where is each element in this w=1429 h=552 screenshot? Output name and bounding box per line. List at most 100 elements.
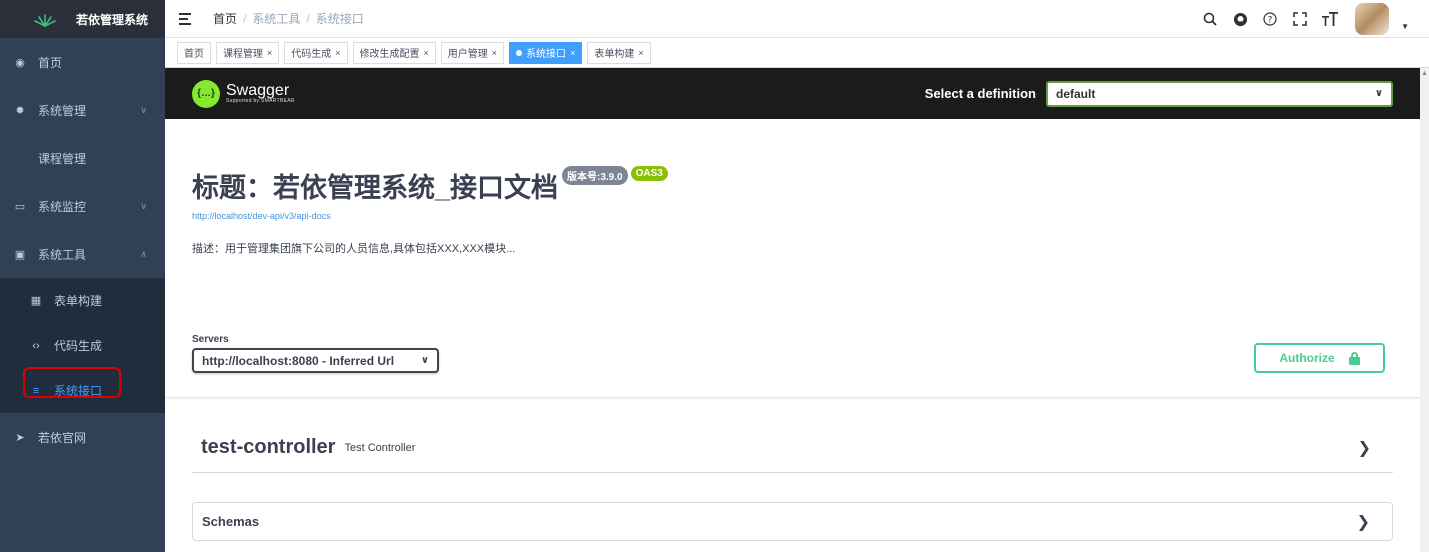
sidebar-item-codegen[interactable]: ‹› 代码生成 xyxy=(0,323,165,368)
gear-icon: ✹ xyxy=(15,104,25,117)
sidebar-item-label: 若依官网 xyxy=(38,430,87,445)
sidebar-item-label: 系统监控 xyxy=(38,199,87,214)
avatar[interactable] xyxy=(1355,3,1390,35)
oas-badge: OAS3 xyxy=(630,166,668,181)
dashboard-icon: ◉ xyxy=(15,56,25,69)
close-icon[interactable]: × xyxy=(492,48,497,58)
swagger-icon: {…} xyxy=(192,79,220,108)
chevron-up-icon: ∧ xyxy=(140,248,147,259)
monitor-icon: ▭ xyxy=(14,200,26,213)
sidebar-item-label: 首页 xyxy=(38,55,63,70)
tag-label: 用户管理 xyxy=(447,49,488,60)
swagger-ui: {…} Swagger Supported by SMARTBEAR Selec… xyxy=(165,68,1420,552)
chevron-down-icon: ∨ xyxy=(140,200,147,211)
controller-name: test-controller xyxy=(201,436,336,458)
toolbox-icon: ▣ xyxy=(14,248,26,261)
breadcrumb-home[interactable]: 首页 xyxy=(213,10,237,27)
definition-select[interactable]: default ∨ xyxy=(1046,80,1393,107)
chevron-right-icon[interactable]: ❯ xyxy=(1358,438,1371,458)
tag-swagger[interactable]: 系统接口 × xyxy=(509,41,583,64)
scroll-up-icon[interactable]: ▲ xyxy=(1421,70,1428,77)
search-icon[interactable] xyxy=(1201,10,1219,28)
caret-down-icon[interactable]: ▼ xyxy=(1401,22,1409,31)
sidebar-item-label: 课程管理 xyxy=(38,151,87,166)
tag-course[interactable]: 课程管理 × xyxy=(216,41,280,64)
breadcrumb-separator: / xyxy=(306,11,310,26)
tag-label: 课程管理 xyxy=(223,49,263,60)
tag-label: 系统接口 xyxy=(526,49,567,60)
sidebar-item-system[interactable]: ✹ 系统管理 ∨ xyxy=(0,86,165,134)
swagger-brand-sub: Supported by SMARTBEAR xyxy=(226,98,295,104)
sidebar: 若依管理系统 ◉ 首页 ✹ 系统管理 ∨ 课程管理 ▭ 系统监控 ∨ ▣ 系统工… xyxy=(0,0,165,552)
servers-label: Servers xyxy=(192,334,229,345)
scheme-container: Servers http://localhost:8080 - Inferred… xyxy=(165,301,1420,397)
controller-section[interactable]: test-controller Test Controller ❯ xyxy=(192,423,1393,473)
breadcrumb-level1: 系统工具 xyxy=(252,12,301,26)
sidebar-item-course[interactable]: 课程管理 xyxy=(0,134,165,182)
logo-icon xyxy=(34,14,56,27)
tag-user[interactable]: 用户管理 × xyxy=(440,41,505,64)
fullscreen-icon[interactable] xyxy=(1291,10,1309,28)
authorize-label: Authorize xyxy=(1279,351,1335,365)
tag-label: 表单构建 xyxy=(594,49,635,60)
server-value: http://localhost:8080 - Inferred Url xyxy=(202,353,395,368)
swagger-topbar: {…} Swagger Supported by SMARTBEAR Selec… xyxy=(165,68,1420,119)
breadcrumb: 首页 / 系统工具 / 系统接口 xyxy=(213,10,364,27)
chevron-down-icon: ∨ xyxy=(420,355,429,366)
definition-label: Select a definition xyxy=(924,86,1036,101)
chevron-right-icon[interactable]: ❯ xyxy=(1357,512,1370,532)
api-description: 描述：用于管理集团旗下公司的人员信息,具体包括XXX,XXX模块... xyxy=(192,243,516,255)
sidebar-item-home[interactable]: ◉ 首页 xyxy=(0,38,165,86)
form-icon: ▦ xyxy=(30,295,42,307)
tags-view: 首页 课程管理 × 代码生成 × 修改生成配置 × 用户管理 × 系统接口 × … xyxy=(165,38,1429,68)
breadcrumb-level2: 系统接口 xyxy=(315,12,364,26)
header-tools: ? ▼ xyxy=(1201,0,1409,38)
tag-label: 代码生成 xyxy=(291,49,332,60)
sidebar-item-label: 系统工具 xyxy=(38,247,87,262)
api-info: 标题：若依管理系统_接口文档 版本号:3.9.0 OAS3 http://loc… xyxy=(165,166,1420,256)
tag-home[interactable]: 首页 xyxy=(177,41,211,64)
sidebar-item-label: 代码生成 xyxy=(54,339,103,353)
send-icon: ➤ xyxy=(15,431,25,444)
schemas-label: Schemas xyxy=(202,514,260,529)
api-title: 标题：若依管理系统_接口文档 xyxy=(192,173,559,203)
schemas-section[interactable]: Schemas ❯ xyxy=(192,502,1393,541)
sidebar-item-website[interactable]: ➤ 若依官网 xyxy=(0,413,165,461)
authorize-button[interactable]: Authorize xyxy=(1254,343,1385,373)
lock-icon xyxy=(1348,351,1360,365)
code-icon: ‹› xyxy=(32,339,40,352)
close-icon[interactable]: × xyxy=(638,48,643,58)
version-badge: 版本号:3.9.0 xyxy=(562,166,628,185)
swagger-logo[interactable]: {…} Swagger Supported by SMARTBEAR xyxy=(192,79,295,108)
swagger-brand: Swagger xyxy=(226,82,290,99)
tag-form-build[interactable]: 表单构建 × xyxy=(587,41,651,64)
chevron-down-icon: ∨ xyxy=(1374,88,1383,99)
tag-label: 首页 xyxy=(184,49,204,60)
tag-label: 修改生成配置 xyxy=(359,49,420,60)
sidebar-item-monitor[interactable]: ▭ 系统监控 ∨ xyxy=(0,182,165,230)
close-icon[interactable]: × xyxy=(570,48,575,58)
servers-select[interactable]: http://localhost:8080 - Inferred Url ∨ xyxy=(192,348,439,373)
scrollbar[interactable]: ▲ xyxy=(1420,68,1429,552)
app-title: 若依管理系统 xyxy=(76,12,149,27)
svg-text:?: ? xyxy=(1268,16,1273,26)
chevron-down-icon: ∨ xyxy=(140,104,147,115)
sidebar-item-label: 表单构建 xyxy=(54,294,103,308)
sidebar-item-tools[interactable]: ▣ 系统工具 ∧ xyxy=(0,230,165,278)
tag-codegen[interactable]: 代码生成 × xyxy=(284,41,348,64)
hamburger-icon[interactable] xyxy=(179,12,193,25)
help-icon[interactable]: ? xyxy=(1261,10,1279,28)
app-logo[interactable]: 若依管理系统 xyxy=(0,0,165,38)
sidebar-item-form-build[interactable]: ▦ 表单构建 xyxy=(0,278,165,323)
highlight-annotation xyxy=(23,367,121,398)
github-icon[interactable] xyxy=(1231,10,1249,28)
font-size-icon[interactable] xyxy=(1321,10,1339,28)
api-docs-link[interactable]: http://localhost/dev-api/v3/api-docs xyxy=(192,211,1393,221)
tag-gen-config[interactable]: 修改生成配置 × xyxy=(352,41,436,64)
navbar: 首页 / 系统工具 / 系统接口 ? ▼ xyxy=(165,0,1429,38)
sidebar-item-label: 系统管理 xyxy=(38,103,87,118)
close-icon[interactable]: × xyxy=(267,48,272,58)
breadcrumb-separator: / xyxy=(243,11,247,26)
close-icon[interactable]: × xyxy=(335,48,340,58)
close-icon[interactable]: × xyxy=(424,48,429,58)
